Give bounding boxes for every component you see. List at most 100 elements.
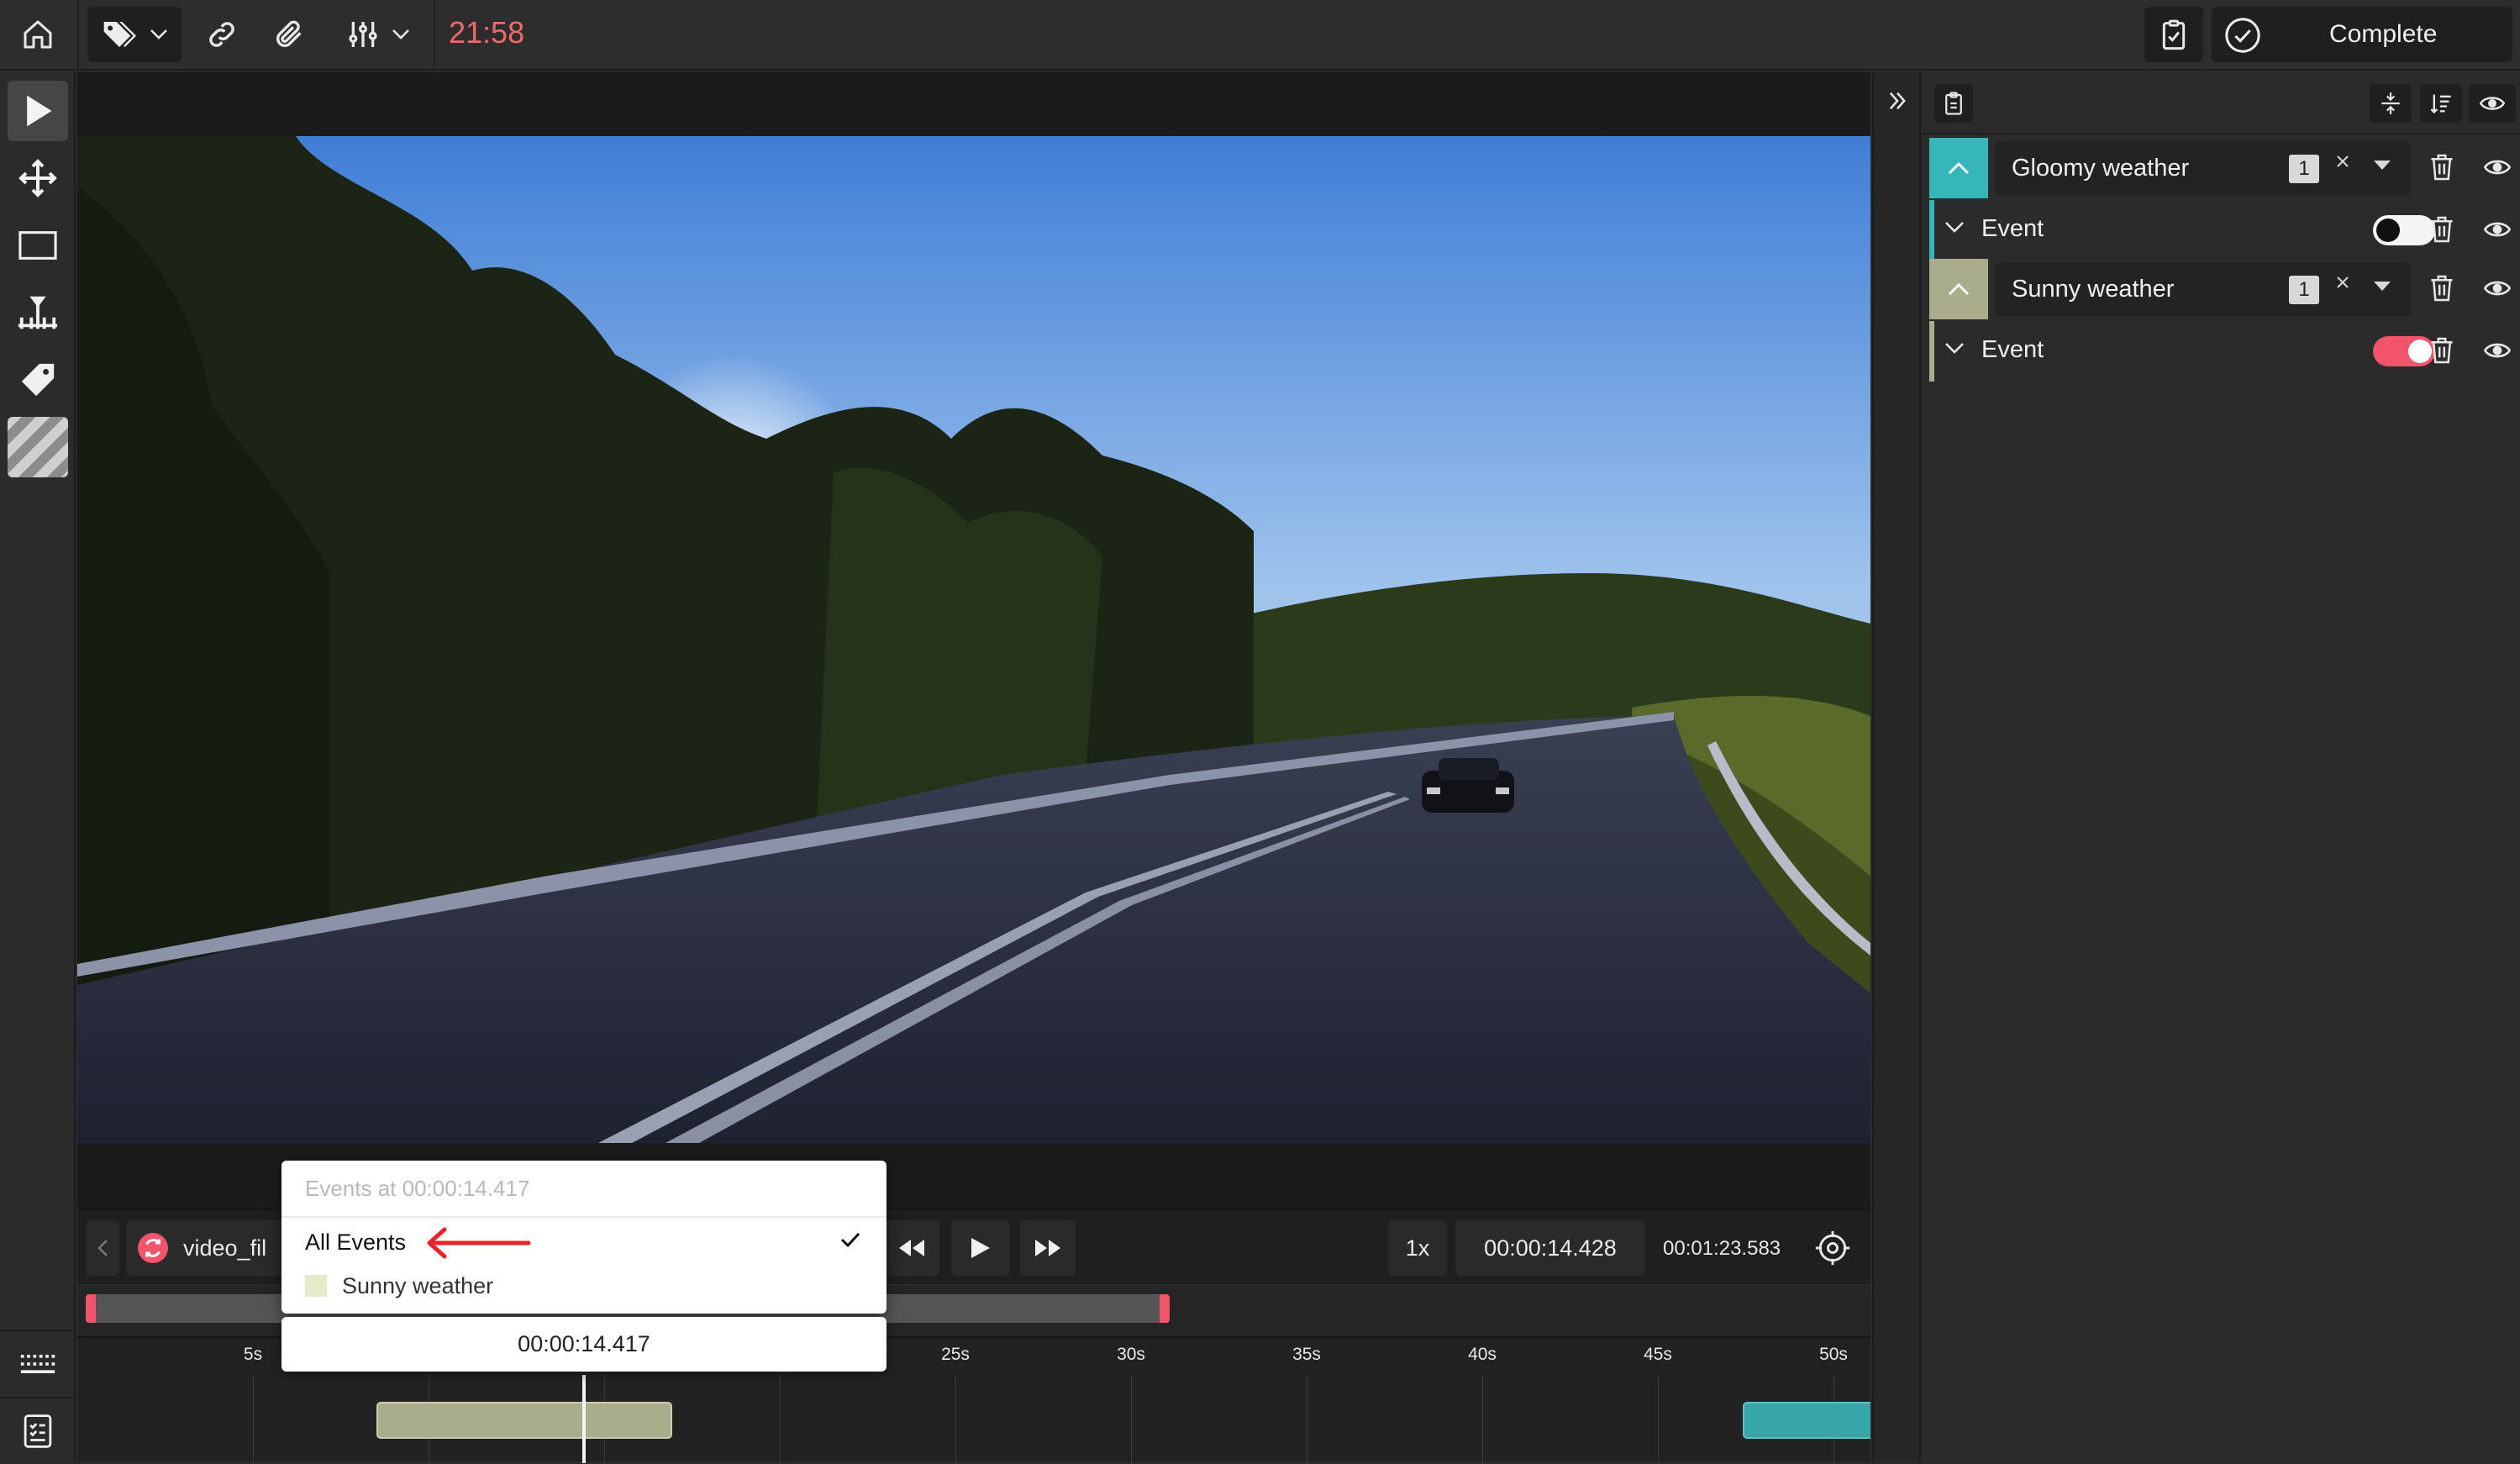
chevron-left-icon[interactable] — [86, 1220, 119, 1276]
all-events-label: All Events — [305, 1230, 407, 1255]
fast-forward-icon — [1034, 1238, 1062, 1258]
crosshair-icon[interactable] — [1805, 1220, 1860, 1276]
eye-icon[interactable] — [2484, 220, 2511, 239]
label-name-box[interactable]: Gloomy weather 1 — [1995, 141, 2412, 195]
checklist-icon[interactable] — [0, 1397, 76, 1464]
label-count-badge: 1 — [2289, 276, 2319, 304]
close-icon[interactable] — [2334, 274, 2351, 291]
rectangle-icon[interactable] — [8, 215, 68, 276]
trash-icon[interactable] — [2430, 215, 2454, 244]
select-arrow-icon[interactable] — [8, 81, 68, 141]
total-duration: 00:01:23.583 — [1663, 1237, 1781, 1260]
label-name: Gloomy weather — [2012, 155, 2190, 182]
session-timer: 21:58 — [449, 15, 525, 50]
tags-dropdown[interactable] — [87, 7, 182, 62]
event-toggle-off[interactable] — [2373, 215, 2435, 245]
trash-icon[interactable] — [2430, 153, 2454, 182]
play-button[interactable] — [951, 1220, 1010, 1276]
label-row-sunny-weather[interactable]: Sunny weather 1 — [1921, 259, 2520, 319]
label-name: Sunny weather — [2012, 276, 2175, 303]
keyboard-icon[interactable] — [0, 1330, 76, 1397]
play-icon — [970, 1236, 992, 1260]
event-label: Event — [1981, 336, 2044, 363]
rewind-icon — [897, 1238, 926, 1258]
chevron-down-icon — [150, 29, 168, 40]
playhead[interactable] — [582, 1375, 586, 1463]
speed-selector[interactable]: 1x — [1388, 1220, 1447, 1276]
label-count-badge: 1 — [2289, 155, 2319, 183]
rewind-button[interactable] — [884, 1220, 939, 1276]
range-end-handle[interactable] — [1160, 1294, 1170, 1323]
move-icon[interactable] — [8, 148, 68, 208]
paperclip-icon[interactable] — [266, 0, 313, 69]
gloomy-weather-segment[interactable] — [1743, 1402, 1870, 1439]
tick-label: 35s — [1292, 1345, 1321, 1364]
video-frame[interactable] — [77, 136, 1870, 1143]
close-icon[interactable] — [2334, 153, 2351, 170]
sort-icon[interactable] — [2420, 84, 2462, 123]
tags-icon — [101, 18, 138, 51]
file-selector[interactable]: video_fil — [126, 1220, 294, 1276]
hatch-pattern-icon[interactable] — [8, 417, 68, 477]
link-icon[interactable] — [198, 0, 245, 69]
complete-label: Complete — [2329, 20, 2438, 48]
sliders-icon — [346, 18, 380, 51]
caret-down-icon[interactable] — [2373, 160, 2391, 171]
event-row-gloomy[interactable]: Event — [1921, 200, 2520, 261]
file-name: video_fil — [183, 1235, 267, 1261]
eye-icon[interactable] — [2484, 158, 2511, 176]
label-row-gloomy-weather[interactable]: Gloomy weather 1 — [1921, 138, 2520, 198]
tag-icon[interactable] — [8, 350, 68, 410]
range-start-handle[interactable] — [86, 1294, 96, 1323]
eye-icon[interactable] — [2484, 279, 2511, 298]
chevron-down-icon[interactable] — [1944, 220, 1965, 234]
trash-icon[interactable] — [2430, 336, 2454, 365]
event-row-sunny[interactable]: Event — [1921, 321, 2520, 382]
sunny-weather-option[interactable]: Sunny weather — [281, 1263, 886, 1307]
double-chevron-right-icon[interactable] — [1886, 89, 1909, 113]
fast-forward-button[interactable] — [1020, 1220, 1076, 1276]
tick-label: 30s — [1117, 1345, 1145, 1364]
chevron-down-icon[interactable] — [1944, 341, 1965, 355]
check-circle-icon — [2223, 16, 2262, 55]
panel-collapse-strip — [1874, 72, 1921, 1461]
popup-time: 00:00:14.417 — [281, 1317, 886, 1372]
collapse-all-icon[interactable] — [2370, 84, 2412, 123]
top-toolbar: 21:58 Complete — [0, 0, 2520, 71]
sunny-weather-option-label: Sunny weather — [342, 1273, 494, 1298]
left-toolbar — [0, 72, 76, 1461]
chevron-down-icon — [392, 29, 410, 40]
popup-header: Events at 00:00:14.417 — [305, 1176, 530, 1201]
home-icon[interactable] — [12, 0, 64, 69]
event-toggle-on[interactable] — [2373, 336, 2435, 366]
caret-down-icon[interactable] — [2373, 281, 2391, 292]
labels-panel: Gloomy weather 1 Event Sunny weather 1 E… — [1872, 72, 2520, 1461]
tick-label: 50s — [1819, 1345, 1848, 1364]
trash-icon[interactable] — [2430, 274, 2454, 303]
settings-dropdown[interactable] — [336, 0, 420, 69]
checkmark-icon — [839, 1230, 861, 1250]
clipboard-check-icon — [2157, 18, 2191, 51]
video-viewer[interactable] — [77, 72, 1870, 1209]
chevron-up-icon[interactable] — [1929, 138, 1988, 198]
sync-icon — [138, 1233, 168, 1263]
chevron-up-icon[interactable] — [1929, 259, 1988, 319]
events-popup: Events at 00:00:14.417 All Events Sunny … — [281, 1161, 886, 1314]
arrow-left-icon — [423, 1226, 532, 1260]
tick-label: 5s — [243, 1345, 263, 1364]
color-swatch — [305, 1275, 327, 1297]
tick-label: 45s — [1644, 1345, 1672, 1364]
clipboard-check-button[interactable] — [2144, 7, 2203, 62]
all-events-option[interactable]: All Events — [281, 1219, 886, 1263]
tick-label: 40s — [1468, 1345, 1497, 1364]
clipboard-icon[interactable] — [1934, 84, 1973, 123]
eye-icon[interactable] — [2469, 84, 2516, 123]
label-name-box[interactable]: Sunny weather 1 — [1995, 262, 2412, 316]
complete-button[interactable]: Complete — [2212, 7, 2512, 62]
current-time-field[interactable]: 00:00:14.428 — [1455, 1220, 1645, 1276]
timeline-marker-icon[interactable] — [8, 282, 68, 343]
tick-label: 25s — [941, 1345, 970, 1364]
eye-icon[interactable] — [2484, 341, 2511, 360]
event-label: Event — [1981, 215, 2044, 242]
sunny-weather-segment[interactable] — [376, 1402, 672, 1439]
